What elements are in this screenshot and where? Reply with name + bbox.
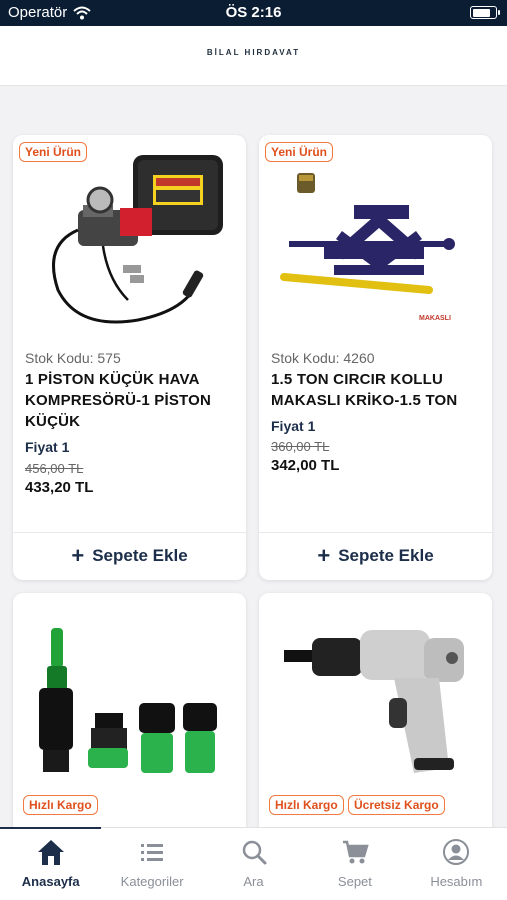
brand-logo[interactable]: BİLAL HIRDAVAT: [0, 48, 507, 57]
product-card[interactable]: Hızlı Kargo: [13, 593, 246, 827]
product-grid[interactable]: Yeni Ürün Stok Kodu: 575 1 PİSTON KÜÇÜK …: [0, 87, 507, 827]
price-label: Fiyat 1: [271, 418, 316, 434]
add-to-cart-button[interactable]: + Sepete Ekle: [13, 532, 246, 580]
tab-cart[interactable]: Sepet: [304, 828, 405, 900]
badge-new: Yeni Ürün: [265, 142, 334, 162]
tab-search[interactable]: Ara: [203, 828, 304, 900]
air-compressor-icon[interactable]: [38, 150, 228, 340]
home-icon: [37, 840, 64, 865]
tab-cart-label: Sepet: [337, 874, 372, 889]
bottom-tab-bar: Anasayfa Kategoriler Ara Sepet Hesabım: [0, 827, 507, 900]
tab-account[interactable]: Hesabım: [406, 828, 507, 900]
battery-icon: [470, 6, 500, 19]
tab-categories[interactable]: Kategoriler: [101, 828, 202, 900]
product-image-caption: MAKASLI: [419, 315, 451, 322]
price-label: Fiyat 1: [25, 439, 70, 455]
impact-wrench-icon[interactable]: [274, 608, 479, 783]
add-to-cart-label: Sepete Ekle: [338, 546, 434, 565]
add-to-cart-label: Sepete Ekle: [92, 546, 188, 565]
old-price: 360,00 TL: [271, 439, 330, 454]
product-name[interactable]: 1 PİSTON KÜÇÜK HAVA KOMPRESÖRÜ-1 PİSTON …: [25, 369, 236, 432]
badge-new: Yeni Ürün: [19, 142, 88, 162]
tab-categories-label: Kategoriler: [120, 874, 184, 889]
app-header: BİLAL HIRDAVAT: [0, 26, 507, 86]
stock-code: Stok Kodu: 4260: [271, 350, 375, 366]
status-time: ÖS 2:16: [225, 4, 282, 21]
current-price: 342,00 TL: [271, 457, 340, 474]
list-icon: [141, 844, 164, 861]
stock-code: Stok Kodu: 575: [25, 350, 121, 366]
battery-level: [472, 8, 491, 17]
status-bar: Operatör ÖS 2:16: [0, 0, 507, 26]
tab-home[interactable]: Anasayfa: [0, 827, 102, 900]
account-icon: [443, 839, 470, 865]
badge-fast-shipping: Hızlı Kargo: [23, 795, 98, 815]
garden-hose-fittings-icon[interactable]: [33, 618, 223, 783]
badge-free-shipping: Ücretsiz Kargo: [348, 795, 445, 815]
tab-home-label: Anasayfa: [21, 874, 80, 889]
product-card[interactable]: Hızlı Kargo Ücretsiz Kargo: [259, 593, 492, 827]
plus-icon: +: [71, 543, 85, 568]
tab-search-label: Ara: [243, 874, 264, 889]
badge-fast-shipping: Hızlı Kargo: [269, 795, 344, 815]
cart-icon: [342, 840, 369, 864]
add-to-cart-button[interactable]: + Sepete Ekle: [259, 532, 492, 580]
product-card[interactable]: MAKASLI Yeni Ürün Stok Kodu: 4260 1.5 TO…: [259, 135, 492, 580]
product-name[interactable]: 1.5 TON CIRCIR KOLLU MAKASLI KRİKO-1.5 T…: [271, 369, 482, 411]
scissor-jack-icon[interactable]: MAKASLI: [279, 165, 479, 335]
search-icon: [242, 840, 267, 865]
tab-account-label: Hesabım: [430, 874, 483, 889]
old-price: 456,00 TL: [25, 461, 84, 476]
plus-icon: +: [317, 543, 331, 568]
current-price: 433,20 TL: [25, 479, 94, 496]
product-card[interactable]: Yeni Ürün Stok Kodu: 575 1 PİSTON KÜÇÜK …: [13, 135, 246, 580]
